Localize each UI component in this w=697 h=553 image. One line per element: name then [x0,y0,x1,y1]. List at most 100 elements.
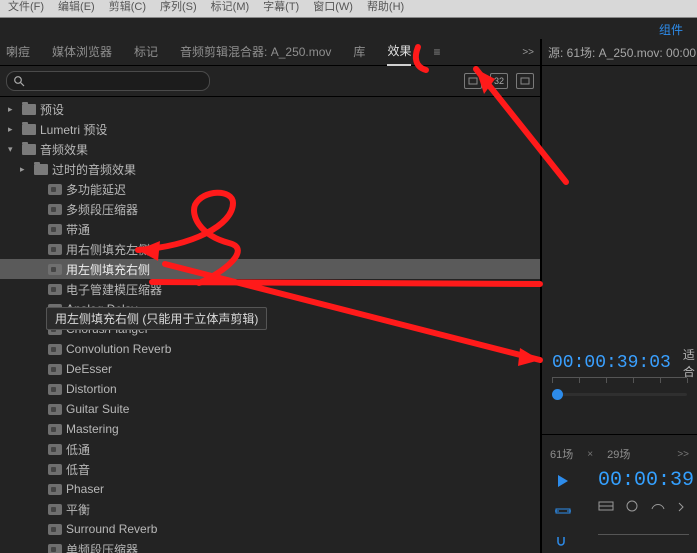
source-panel: 源: 61场: A_250.mov: 00:00:00 00:00:39:03 … [541,39,697,553]
filter-yuv-icon[interactable] [516,73,534,89]
effect-icon [48,344,62,355]
sync-lock-icon[interactable] [552,503,574,519]
menu-marker[interactable]: 标记(M) [211,0,250,17]
effect-icon [48,484,62,495]
timeline-opt-4-icon[interactable] [676,499,692,513]
disclosure-arrow-icon[interactable]: ▸ [8,104,18,115]
effect-tooltip: 用左侧填充右侧 (只能用于立体声剪辑) [46,307,267,330]
tree-item-label: 多频段压缩器 [66,201,138,218]
tree-effect-item[interactable]: Mastering [0,419,540,439]
tree-item-label: 单频段压缩器 [66,541,138,553]
tab-audio-clip-mixer[interactable]: 音频剪辑混合器: A_250.mov [180,39,331,65]
tree-item-label: Surround Reverb [66,522,157,536]
effect-icon [48,444,62,455]
source-tab[interactable]: 源: 61场: A_250.mov: 00:00:00 [542,39,697,66]
tree-effect-item[interactable]: Guitar Suite [0,399,540,419]
tree-effect-item[interactable]: Surround Reverb [0,519,540,539]
disclosure-arrow-icon[interactable]: ▾ [8,144,18,155]
tree-item-label: Convolution Reverb [66,342,171,356]
tree-effect-item[interactable]: 平衡 [0,499,540,519]
effect-icon [48,284,62,295]
sequence-tab-1[interactable]: 29场 [607,446,630,462]
tab-effects[interactable]: 效果 [387,38,411,66]
tree-effect-item[interactable]: 带通 [0,219,540,239]
effect-icon [48,384,62,395]
tree-effect-item[interactable]: DeEsser [0,359,540,379]
tree-item-label: Distortion [66,382,117,396]
effects-filter-icons: 32 [464,73,534,89]
sequence-overflow-icon[interactable]: >> [677,449,689,460]
tree-effect-item[interactable]: 单频段压缩器 [0,539,540,553]
folder-icon [34,164,48,175]
tree-folder[interactable]: ▸过时的音频效果 [0,159,540,179]
tree-effect-item[interactable]: 多频段压缩器 [0,199,540,219]
snap-icon[interactable] [552,533,574,549]
search-row: 32 [0,66,540,97]
timecode-row: 00:00:39:03 适合 [542,349,697,377]
tree-effect-item[interactable]: 用左侧填充右侧 [0,259,540,279]
menu-title[interactable]: 字幕(T) [263,0,299,17]
filter-accelerated-icon[interactable] [464,73,482,89]
tree-item-label: 音频效果 [40,141,88,158]
effect-icon [48,464,62,475]
menu-bar: 文件(F) 编辑(E) 剪辑(C) 序列(S) 标记(M) 字幕(T) 窗口(W… [0,0,697,18]
timeline-timecode[interactable]: 00:00:39:03 [598,469,697,492]
source-timecode[interactable]: 00:00:39:03 [552,353,671,373]
disclosure-arrow-icon[interactable]: ▸ [20,164,30,175]
tree-item-label: 用左侧填充右侧 [66,261,150,278]
play-icon[interactable] [552,473,574,489]
tree-folder[interactable]: ▸ 预设 [0,99,540,119]
horizontal-splitter[interactable] [542,434,697,435]
folder-icon [22,124,36,135]
tree-item-label: 平衡 [66,501,90,518]
search-icon [13,75,25,87]
menu-window[interactable]: 窗口(W) [313,0,353,17]
tree-item-label: 多功能延迟 [66,181,126,198]
tree-effect-item[interactable]: 用右侧填充左侧 [0,239,540,259]
tree-folder[interactable]: ▸ Lumetri 预设 [0,119,540,139]
panel-menu-icon[interactable]: ≡ [433,45,440,59]
effect-icon [48,504,62,515]
filter-32bit-icon[interactable]: 32 [490,73,508,89]
tree-item-label: 低通 [66,441,90,458]
source-playhead[interactable] [552,389,563,400]
close-tab-icon[interactable]: × [587,449,593,460]
timeline-opt-3-icon[interactable] [650,499,666,513]
tree-effect-item[interactable]: 电子管建模压缩器 [0,279,540,299]
tree-effect-item[interactable]: 多功能延迟 [0,179,540,199]
tree-folder[interactable]: ▾ 音频效果 [0,139,540,159]
source-scrollbar[interactable] [552,393,687,396]
tab-markers[interactable]: 标记 [134,39,158,65]
tree-item-label: Lumetri 预设 [40,121,107,138]
sequence-tab-0[interactable]: 61场 [550,446,573,462]
menu-clip[interactable]: 剪辑(C) [109,0,146,17]
panel-tabs: 喇痘 媒体浏览器 标记 音频剪辑混合器: A_250.mov 库 效果 ≡ >> [0,39,540,66]
panel-overflow-icon[interactable]: >> [522,47,534,58]
tab-library[interactable]: 库 [353,39,365,65]
menu-edit[interactable]: 编辑(E) [58,0,95,17]
tree-item-label: 预设 [40,101,64,118]
disclosure-arrow-icon[interactable]: ▸ [8,124,18,135]
tab-prefix[interactable]: 喇痘 [6,39,30,65]
tree-item-label: Guitar Suite [66,402,129,416]
zoom-fit[interactable]: 适合 [683,346,695,380]
timeline-opt-1-icon[interactable] [598,499,614,513]
tree-effect-item[interactable]: Convolution Reverb [0,339,540,359]
timeline-ruler[interactable] [598,534,689,545]
effect-icon [48,424,62,435]
tree-effect-item[interactable]: Distortion [0,379,540,399]
menu-help[interactable]: 帮助(H) [367,0,404,17]
tab-media-browser[interactable]: 媒体浏览器 [52,39,112,65]
workspace-assembly[interactable]: 组件 [659,21,683,38]
effects-search-input[interactable] [6,71,210,91]
menu-file[interactable]: 文件(F) [8,0,44,17]
timeline-opt-2-icon[interactable] [624,499,640,513]
tree-effect-item[interactable]: 低音 [0,459,540,479]
effect-icon [48,364,62,375]
menu-sequence[interactable]: 序列(S) [160,0,197,17]
tree-effect-item[interactable]: 低通 [0,439,540,459]
tree-item-label: 带通 [66,221,90,238]
tree-effect-item[interactable]: Phaser [0,479,540,499]
effect-icon [48,224,62,235]
source-ruler[interactable] [552,377,687,392]
